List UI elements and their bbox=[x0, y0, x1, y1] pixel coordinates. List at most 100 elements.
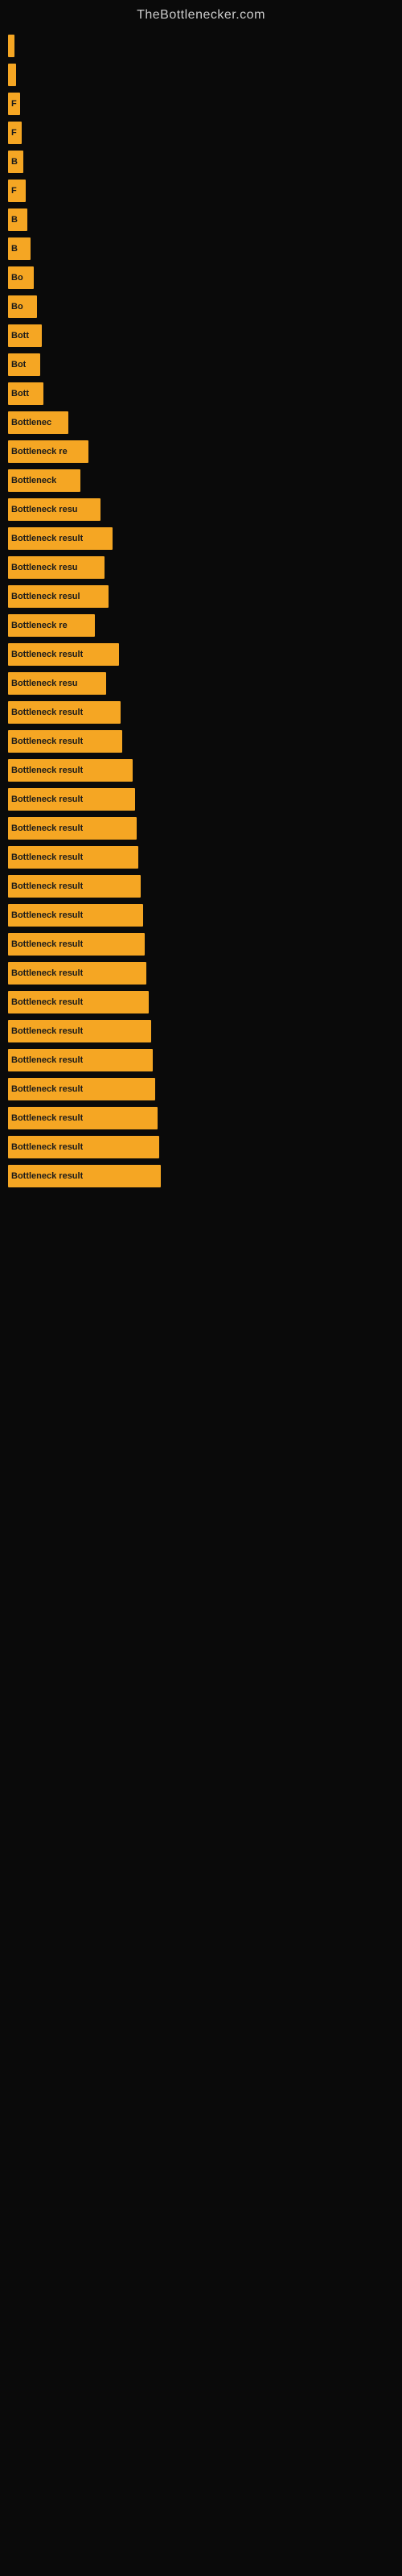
site-title: TheBottlenecker.com bbox=[0, 0, 402, 27]
result-bar bbox=[8, 64, 16, 86]
bar-row: Bottleneck result bbox=[8, 1107, 402, 1129]
bar-row: Bottleneck result bbox=[8, 730, 402, 753]
bar-row: Bottleneck result bbox=[8, 817, 402, 840]
result-bar: Bottleneck resul bbox=[8, 585, 109, 608]
bar-label: B bbox=[11, 215, 18, 225]
bar-label: Bottleneck result bbox=[11, 766, 83, 775]
bar-label: Bott bbox=[11, 331, 29, 341]
bar-label: Bottleneck result bbox=[11, 852, 83, 862]
result-bar: Bottleneck result bbox=[8, 991, 149, 1013]
bar-label: Bottleneck result bbox=[11, 997, 83, 1007]
result-bar: Bottleneck result bbox=[8, 904, 143, 927]
result-bar: Bottleneck result bbox=[8, 1078, 155, 1100]
bar-row bbox=[8, 35, 402, 57]
bar-label: Bottleneck result bbox=[11, 650, 83, 659]
bar-label: F bbox=[11, 128, 17, 138]
bar-row: Bottleneck result bbox=[8, 643, 402, 666]
bar-label: Bottleneck resul bbox=[11, 592, 80, 601]
bar-label: F bbox=[11, 99, 17, 109]
bar-label: F bbox=[11, 186, 17, 196]
bar-label: Bottleneck result bbox=[11, 795, 83, 804]
bar-row: Bottleneck result bbox=[8, 701, 402, 724]
bar-row: Bott bbox=[8, 382, 402, 405]
result-bar: Bottleneck result bbox=[8, 643, 119, 666]
bar-row: Bottleneck result bbox=[8, 904, 402, 927]
result-bar: Bottleneck re bbox=[8, 440, 88, 463]
result-bar: Bottleneck result bbox=[8, 962, 146, 985]
bar-label: Bottleneck result bbox=[11, 1113, 83, 1123]
bar-label: B bbox=[11, 157, 18, 167]
bar-label: Bottleneck bbox=[11, 476, 56, 485]
bar-label: Bottleneck re bbox=[11, 621, 68, 630]
result-bar: Bo bbox=[8, 295, 37, 318]
bar-row: Bottleneck result bbox=[8, 759, 402, 782]
bar-row: Bottleneck result bbox=[8, 933, 402, 956]
bar-row: Bottleneck result bbox=[8, 1049, 402, 1071]
bar-label: Bottleneck resu bbox=[11, 679, 78, 688]
result-bar: Bottleneck result bbox=[8, 701, 121, 724]
bar-row: Bottleneck result bbox=[8, 788, 402, 811]
bar-label: Bottleneck result bbox=[11, 1055, 83, 1065]
bar-label: Bottlenec bbox=[11, 418, 51, 427]
bar-label: Bot bbox=[11, 360, 26, 369]
bar-row: Bottleneck result bbox=[8, 1078, 402, 1100]
bar-row: F bbox=[8, 93, 402, 115]
bar-row: Bottleneck resu bbox=[8, 672, 402, 695]
bar-row: Bottleneck result bbox=[8, 991, 402, 1013]
bar-row: Bo bbox=[8, 295, 402, 318]
result-bar: Bottleneck re bbox=[8, 614, 95, 637]
bar-row: Bottleneck result bbox=[8, 1136, 402, 1158]
result-bar: Bottleneck result bbox=[8, 788, 135, 811]
result-bar: Bottleneck result bbox=[8, 875, 141, 898]
bar-label: Bottleneck result bbox=[11, 939, 83, 949]
bar-row: Bottleneck result bbox=[8, 962, 402, 985]
result-bar: F bbox=[8, 180, 26, 202]
result-bar: Bottleneck result bbox=[8, 1107, 158, 1129]
result-bar: Bottleneck resu bbox=[8, 556, 105, 579]
bar-label: Bottleneck result bbox=[11, 910, 83, 920]
result-bar: Bottleneck result bbox=[8, 730, 122, 753]
bar-row: B bbox=[8, 151, 402, 173]
bar-row: Bottleneck result bbox=[8, 527, 402, 550]
bar-label: Bottleneck result bbox=[11, 1084, 83, 1094]
result-bar: Bottleneck result bbox=[8, 1165, 161, 1187]
bar-row: Bottleneck result bbox=[8, 1020, 402, 1042]
bar-row: Bottleneck result bbox=[8, 846, 402, 869]
result-bar bbox=[8, 35, 14, 57]
bars-container: F F B F B B Bo Bo Bott Bot Bott Bottlenec Bottleneck… bbox=[0, 27, 402, 1194]
bar-label: Bottleneck resu bbox=[11, 563, 78, 572]
bar-label: Bottleneck result bbox=[11, 1171, 83, 1181]
bar-row: Bott bbox=[8, 324, 402, 347]
result-bar: Bottleneck result bbox=[8, 846, 138, 869]
bar-label: Bottleneck result bbox=[11, 737, 83, 746]
result-bar: B bbox=[8, 208, 27, 231]
result-bar: Bottleneck result bbox=[8, 1020, 151, 1042]
result-bar: Bottleneck resu bbox=[8, 672, 106, 695]
bar-row: F bbox=[8, 180, 402, 202]
bar-label: Bottleneck result bbox=[11, 708, 83, 717]
bar-label: B bbox=[11, 244, 18, 254]
bar-label: Bottleneck re bbox=[11, 447, 68, 456]
bar-row: Bot bbox=[8, 353, 402, 376]
bar-row: Bottleneck re bbox=[8, 614, 402, 637]
bar-label: Bottleneck result bbox=[11, 1026, 83, 1036]
bar-label: Bott bbox=[11, 389, 29, 398]
result-bar: Bottleneck resu bbox=[8, 498, 100, 521]
result-bar: Bottlenec bbox=[8, 411, 68, 434]
bar-row: Bottleneck bbox=[8, 469, 402, 492]
result-bar: F bbox=[8, 122, 22, 144]
result-bar: Bo bbox=[8, 266, 34, 289]
bar-label: Bottleneck result bbox=[11, 1142, 83, 1152]
bar-row bbox=[8, 64, 402, 86]
bar-label: Bottleneck result bbox=[11, 534, 83, 543]
result-bar: B bbox=[8, 151, 23, 173]
bar-row: Bottleneck re bbox=[8, 440, 402, 463]
bar-row: Bottleneck result bbox=[8, 1165, 402, 1187]
bar-row: Bottlenec bbox=[8, 411, 402, 434]
bar-row: Bottleneck resu bbox=[8, 498, 402, 521]
result-bar: Bottleneck result bbox=[8, 817, 137, 840]
result-bar: Bottleneck result bbox=[8, 933, 145, 956]
bar-label: Bottleneck resu bbox=[11, 505, 78, 514]
result-bar: Bott bbox=[8, 382, 43, 405]
bar-row: Bottleneck resu bbox=[8, 556, 402, 579]
